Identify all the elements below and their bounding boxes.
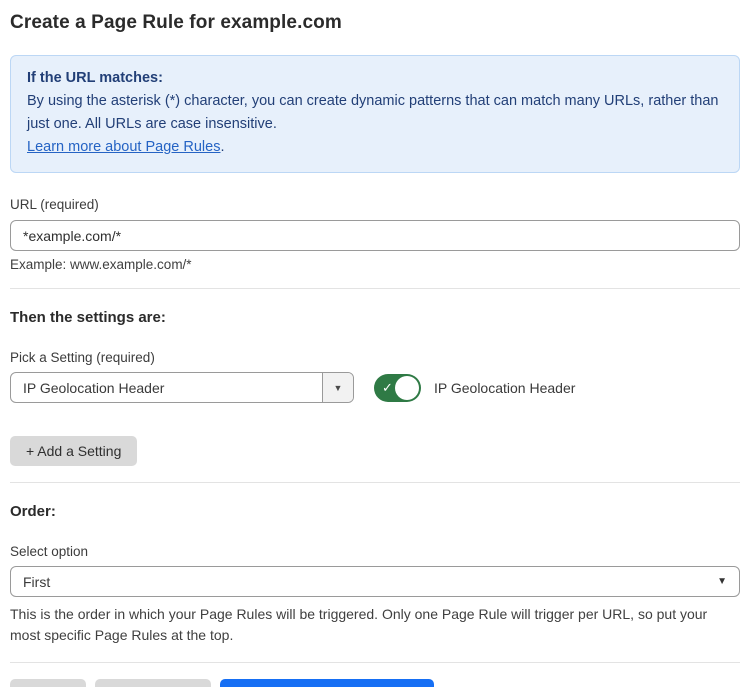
url-example-helper: Example: www.example.com/* [10,257,740,272]
setting-dropdown-button[interactable]: ▼ [322,373,353,402]
settings-section-heading: Then the settings are: [10,309,740,326]
select-option-label: Select option [10,544,740,559]
order-section-heading: Order: [10,503,740,520]
geolocation-toggle-group: ✓ IP Geolocation Header [374,374,575,402]
geolocation-toggle[interactable]: ✓ [374,374,421,402]
page-rule-form: Create a Page Rule for example.com If th… [0,0,750,687]
info-box-link-row: Learn more about Page Rules. [27,136,723,159]
divider-after-url [10,288,740,289]
url-match-info-box: If the URL matches: By using the asteris… [10,55,740,173]
info-box-body: By using the asterisk (*) character, you… [27,90,723,136]
url-field-label: URL (required) [10,197,740,212]
divider-after-order [10,662,740,663]
order-select-value: First [23,574,50,590]
divider-after-settings [10,482,740,483]
link-suffix: . [220,139,224,155]
learn-more-link[interactable]: Learn more about Page Rules [27,139,220,155]
save-deploy-button[interactable]: Save and Deploy Page Rule [220,679,434,687]
info-box-heading: If the URL matches: [27,67,723,90]
setting-row: IP Geolocation Header ▼ ✓ IP Geolocation… [10,372,740,403]
toggle-knob [395,376,419,400]
url-input[interactable] [10,220,740,251]
add-setting-button[interactable]: + Add a Setting [10,436,137,466]
footer-actions: Cancel Save as Draft Save and Deploy Pag… [10,679,740,687]
cancel-button[interactable]: Cancel [10,679,86,687]
setting-dropdown-value: IP Geolocation Header [11,373,322,402]
toggle-label: IP Geolocation Header [434,380,575,396]
order-helper-text: This is the order in which your Page Rul… [10,604,740,646]
save-draft-button[interactable]: Save as Draft [95,679,212,687]
pick-setting-label: Pick a Setting (required) [10,350,740,365]
chevron-down-icon: ▼ [334,383,343,393]
setting-dropdown[interactable]: IP Geolocation Header ▼ [10,372,354,403]
page-title: Create a Page Rule for example.com [10,12,740,34]
chevron-down-icon: ▼ [717,576,727,587]
order-select[interactable]: First ▼ [10,566,740,597]
check-icon: ✓ [382,381,393,394]
